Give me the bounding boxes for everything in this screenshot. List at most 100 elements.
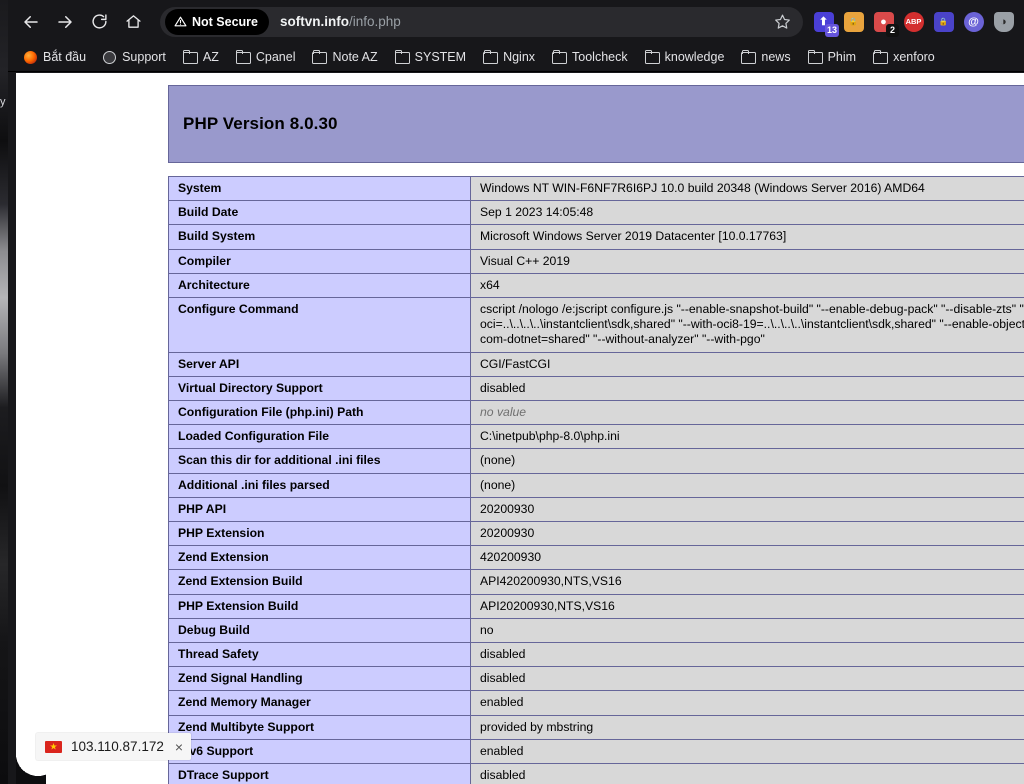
php-version-heading: PHP Version 8.0.30	[183, 114, 338, 133]
phpinfo-value-cell: disabled	[470, 642, 1024, 668]
phpinfo-key-cell: PHP API	[168, 496, 471, 523]
folder-icon	[552, 50, 568, 64]
table-row: Build Date Sep 1 2023 14:05:48	[168, 200, 1024, 226]
forward-button[interactable]	[48, 5, 82, 39]
phpinfo-value-cell: enabled	[470, 690, 1024, 716]
table-row: Thread Safety disabled	[168, 642, 1024, 668]
folder-icon	[483, 50, 499, 64]
phpinfo-value-cell: API420200930,NTS,VS16	[470, 569, 1024, 595]
bookmark-item-nginx[interactable]: Nginx	[475, 47, 543, 67]
phpinfo-value-cell: CGI/FastCGI	[470, 351, 1024, 377]
bookmark-star-button[interactable]	[767, 7, 797, 37]
bookmark-label: Phim	[827, 50, 857, 64]
bookmark-item-news[interactable]: news	[733, 47, 798, 67]
phpinfo-key-cell: Thread Safety	[168, 642, 471, 668]
phpinfo-value-cell: 420200930	[470, 545, 1024, 571]
table-row: Architecture x64	[168, 272, 1024, 299]
address-bar[interactable]: Not Secure softvn.info/info.php	[160, 6, 803, 37]
extension-glyph: ◑	[993, 11, 1014, 32]
vpn-extension[interactable]: 🔒	[931, 9, 956, 34]
table-row: Loaded Configuration File C:\inetpub\php-…	[168, 424, 1024, 450]
table-row: Debug Build no	[168, 617, 1024, 644]
reload-icon	[91, 14, 107, 29]
phpinfo-key-cell: Compiler	[168, 248, 471, 274]
table-row: DTrace Support disabled	[168, 763, 1024, 784]
vpn-ip-popup[interactable]: 103.110.87.172 ×	[36, 733, 192, 760]
bookmark-label: AZ	[202, 50, 219, 64]
phpinfo-key-cell: Configuration File (php.ini) Path	[168, 400, 471, 426]
bookmark-item-az[interactable]: AZ	[175, 47, 227, 67]
phpinfo-value-cell: 20200930	[470, 521, 1024, 547]
bookmark-label: Nginx	[503, 50, 536, 64]
phpinfo-key-cell: PHP Extension Build	[168, 593, 471, 619]
folder-icon	[807, 50, 823, 64]
table-row: PHP Extension Build API20200930,NTS,VS16	[168, 593, 1024, 619]
phpinfo-value-cell: enabled	[470, 738, 1024, 765]
extension-glyph: 🔒	[933, 11, 954, 32]
phpinfo-value-cell: Visual C++ 2019	[470, 248, 1024, 274]
table-row: Virtual Directory Support disabled	[168, 375, 1024, 402]
phpinfo-key-cell: IPv6 Support	[168, 738, 471, 765]
table-row: Server API CGI/FastCGI	[168, 351, 1024, 377]
phpinfo-key-cell: Virtual Directory Support	[168, 375, 471, 402]
bookmark-item-knowledge[interactable]: knowledge	[637, 47, 733, 67]
arrow-right-icon	[58, 15, 72, 28]
folder-icon	[182, 50, 198, 64]
phpinfo-value-cell: C:\inetpub\php-8.0\php.ini	[470, 424, 1024, 450]
phpinfo-key-cell: Zend Extension	[168, 545, 471, 571]
table-row: Configuration File (php.ini) Path no valu…	[168, 400, 1024, 426]
table-row: System Windows NT WIN-F6NF7R6I6PJ 10.0 bu…	[168, 175, 1024, 202]
folder-icon	[235, 50, 251, 64]
bookmark-label: Toolcheck	[572, 50, 628, 64]
privacy-shield-extension[interactable]: ◑	[991, 9, 1016, 34]
phpinfo-key-cell: Zend Multibyte Support	[168, 714, 471, 740]
bookmark-label: news	[761, 50, 791, 64]
folder-icon	[312, 50, 328, 64]
folder-icon	[394, 50, 410, 64]
phpinfo-value-cell: (none)	[470, 472, 1024, 498]
table-row: IPv6 Support enabled	[168, 738, 1024, 765]
phpinfo-value-cell: disabled	[470, 666, 1024, 692]
url-display[interactable]: softvn.info/info.php	[280, 14, 767, 29]
star-icon	[774, 14, 790, 29]
phpinfo-value-cell: no	[470, 617, 1024, 644]
home-icon	[125, 15, 141, 28]
folder-icon	[741, 50, 757, 64]
bookmark-item-phim[interactable]: Phim	[800, 47, 864, 67]
download-manager-extension[interactable]: ⬆ 13	[811, 9, 839, 37]
arrow-left-icon	[24, 15, 38, 28]
table-row: Build System Microsoft Windows Server 201…	[168, 224, 1024, 250]
phpinfo-value-cell: provided by mbstring	[470, 714, 1024, 740]
table-row: Zend Extension Build API420200930,NTS,VS1…	[168, 569, 1024, 595]
folder-icon	[873, 50, 889, 64]
back-button[interactable]	[14, 5, 48, 39]
phpinfo-key-cell: Build System	[168, 224, 471, 250]
phpinfo-key-cell: Architecture	[168, 272, 471, 299]
phpinfo-value-cell: no value	[470, 400, 1024, 426]
table-row: Compiler Visual C++ 2019	[168, 248, 1024, 274]
table-row: PHP API 20200930	[168, 496, 1024, 523]
bookmark-label: SYSTEM	[414, 50, 467, 64]
security-status-chip[interactable]: Not Secure	[165, 8, 269, 35]
bookmark-item-cpanel[interactable]: Cpanel	[228, 47, 304, 67]
bookmark-item-toolcheck[interactable]: Toolcheck	[544, 47, 636, 67]
bookmark-item-xenforo[interactable]: xenforo	[865, 47, 943, 67]
password-manager-extension[interactable]: 🔒	[841, 9, 866, 34]
phpinfo-key-cell: Scan this dir for additional .ini files	[168, 448, 471, 474]
phpinfo-key-cell: Debug Build	[168, 617, 471, 644]
email-alias-extension[interactable]: @	[961, 9, 986, 34]
home-button[interactable]	[116, 5, 150, 39]
bookmark-label: Note AZ	[332, 50, 378, 64]
bookmark-item-b-t-u[interactable]: Bắt đầu	[16, 47, 94, 67]
reload-button[interactable]	[82, 5, 116, 39]
close-icon[interactable]: ×	[173, 740, 185, 754]
adblock-plus-extension[interactable]: ABP	[901, 9, 926, 34]
bookmark-item-support[interactable]: Support	[95, 47, 174, 67]
cookie-editor-extension[interactable]: ● 2	[871, 9, 899, 37]
bookmark-item-system[interactable]: SYSTEM	[387, 47, 474, 67]
bookmark-label: Bắt đầu	[43, 50, 87, 64]
extension-badge-count: 2	[886, 24, 899, 37]
firefox-icon	[24, 50, 37, 64]
bookmark-item-note-az[interactable]: Note AZ	[304, 47, 385, 67]
bookmark-label: knowledge	[664, 50, 725, 64]
